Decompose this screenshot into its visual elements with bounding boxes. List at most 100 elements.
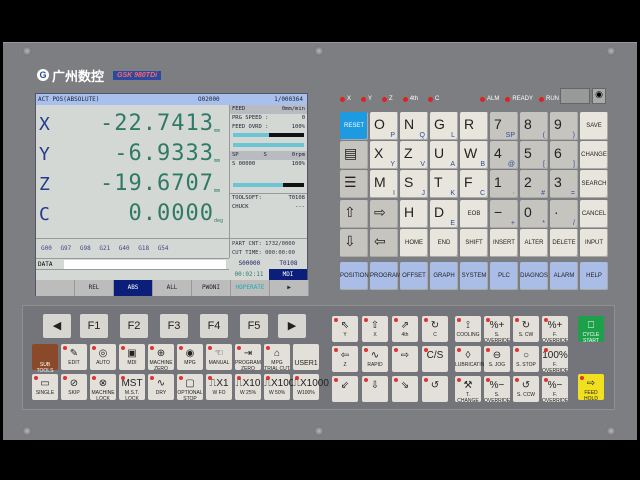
key-u[interactable]: UA — [430, 141, 458, 169]
key-o[interactable]: OP — [370, 112, 398, 140]
mode-key-w100-[interactable]: ⎍X1000 W100% — [293, 374, 329, 400]
key-search[interactable]: SEARCH — [580, 170, 608, 198]
jog-key-cooling[interactable]: ⟟ COOLING — [455, 316, 481, 342]
softkey-▶[interactable]: ▶ — [270, 280, 309, 296]
key-g[interactable]: GL — [430, 112, 458, 140]
key-f[interactable]: FC — [460, 170, 488, 198]
feed-hold-button[interactable]: ⇨ FEED HOLD — [578, 374, 604, 402]
key-s[interactable]: SJ — [400, 170, 428, 198]
jog-key--[interactable]: ⇩ — [362, 376, 388, 402]
softkey-blank[interactable] — [36, 280, 75, 296]
mode-key-manual[interactable]: ☜ MANUAL — [206, 344, 232, 370]
mode-key-dry[interactable]: ∿ DRY — [148, 374, 174, 400]
jog-key-f-override[interactable]: %+ F. OVERRIDE — [542, 316, 568, 344]
key-h[interactable]: H — [400, 200, 428, 228]
mode-key-single[interactable]: ▭ SINGLE — [32, 374, 58, 400]
jog-key-c-s[interactable]: C/S — [422, 346, 448, 372]
mode-key-w-50-[interactable]: ⎍X100 W 50% — [264, 374, 294, 400]
key-9[interactable]: 9) — [550, 112, 578, 140]
mode-key-machine-zero[interactable]: ⊕ MACHINE ZERO — [148, 344, 174, 372]
key-reset[interactable]: RESET — [340, 112, 368, 140]
key-▤[interactable]: ▤ — [340, 141, 368, 169]
softkey-all[interactable]: ALL — [153, 280, 192, 296]
jog-key--[interactable]: ⇘ — [392, 376, 418, 402]
fkey-F3[interactable]: F3 — [160, 314, 188, 338]
key-0[interactable]: 0 * — [520, 200, 548, 228]
key-m[interactable]: MI — [370, 170, 398, 198]
jog-key-rapid[interactable]: ∿ RAPID — [362, 346, 388, 372]
jog-key-s-stop[interactable]: ○ S. STOP — [513, 346, 539, 372]
key-6[interactable]: 6] — [550, 141, 578, 169]
key-eob[interactable]: EOB — [460, 200, 488, 228]
key-alarm[interactable]: ALARM — [550, 262, 578, 290]
mode-key-mdi[interactable]: ▣ MDI — [119, 344, 145, 370]
mode-key-mpg[interactable]: ◉ MPG — [177, 344, 203, 370]
key-·[interactable]: · / — [550, 200, 578, 228]
key-7[interactable]: 7 SP — [490, 112, 518, 140]
key-end[interactable]: END — [430, 229, 458, 257]
jog-key-t-change[interactable]: ⚒ T. CHANGE — [455, 376, 481, 404]
jog-key--[interactable]: ⇨ — [392, 346, 418, 372]
key-w[interactable]: WB — [460, 141, 488, 169]
softkey-hoperate[interactable]: HOPERATE — [231, 280, 270, 296]
jog-key-4th[interactable]: ⇗ 4th — [392, 316, 418, 342]
fkey-F1[interactable]: F1 — [80, 314, 108, 338]
key-program[interactable]: PROGRAM — [370, 262, 401, 290]
jog-key-s-jog[interactable]: ⊖ S. JOG — [484, 346, 510, 372]
key-help[interactable]: HELP — [580, 262, 608, 290]
key-home[interactable]: HOME — [400, 229, 428, 257]
jog-key-f-override[interactable]: %− F. OVERRIDE — [542, 376, 568, 404]
jog-key-y[interactable]: ⇖ Y — [332, 316, 358, 342]
key-graph[interactable]: GRAPH — [430, 262, 458, 290]
jog-key-c[interactable]: ↻ C — [422, 316, 448, 342]
mode-key-skip[interactable]: ⊘ SKIP — [61, 374, 87, 400]
key-x[interactable]: XY — [370, 141, 398, 169]
key-offset[interactable]: OFFSET — [400, 262, 428, 290]
key-4[interactable]: 4 @ — [490, 141, 518, 169]
fkey-F4[interactable]: F4 — [200, 314, 228, 338]
key-2[interactable]: 2 # — [520, 170, 548, 198]
key-⇧[interactable]: ⇧ — [340, 200, 368, 228]
key-cancel[interactable]: CANCEL — [580, 200, 608, 228]
mode-key-optional-stop[interactable]: ▢ OPTIONAL STOP — [177, 374, 203, 402]
usb-port[interactable] — [560, 88, 590, 104]
cycle-start-button[interactable]: ⎕ CYCLE START — [578, 316, 604, 344]
key-⇩[interactable]: ⇩ — [340, 229, 368, 257]
key-save[interactable]: SAVE — [580, 112, 608, 140]
key-1[interactable]: 1 · — [490, 170, 518, 198]
jog-key--[interactable]: ⇙ — [332, 376, 358, 402]
key-r[interactable]: R — [460, 112, 488, 140]
key-8[interactable]: 8( — [520, 112, 548, 140]
jog-key-z[interactable]: ⇦ Z — [332, 346, 358, 372]
key-n[interactable]: NQ — [400, 112, 428, 140]
key-position[interactable]: POSITION — [340, 262, 369, 290]
key-shift[interactable]: SHIFT — [460, 229, 488, 257]
key-alter[interactable]: ALTER — [520, 229, 548, 257]
key-3[interactable]: 3 = — [550, 170, 578, 198]
mode-key-auto[interactable]: ◎ AUTO — [90, 344, 116, 370]
jog-key-lubricating[interactable]: ◊ LUBRICATING — [455, 346, 488, 372]
mode-key-user1[interactable]: USER1 — [293, 344, 319, 370]
jog-key-s-cw[interactable]: ↻ S. CW — [513, 316, 539, 342]
key-t[interactable]: TK — [430, 170, 458, 198]
key-⇨[interactable]: ⇨ — [370, 200, 398, 228]
jog-key-s-ccw[interactable]: ↺ S. CCW — [513, 376, 539, 402]
jog-key-f-override[interactable]: 100% F. OVERRIDE — [542, 346, 568, 374]
softkey-abs[interactable]: ABS — [114, 280, 153, 296]
mode-key-edit[interactable]: ✎ EDIT — [61, 344, 87, 370]
key-z[interactable]: ZV — [400, 141, 428, 169]
fkey-F5[interactable]: F5 — [240, 314, 268, 338]
key-⇦[interactable]: ⇦ — [370, 229, 398, 257]
key-delete[interactable]: DELETE — [550, 229, 578, 257]
key-5[interactable]: 5[ — [520, 141, 548, 169]
key-change[interactable]: CHANGE — [580, 141, 608, 169]
key-diagnos[interactable]: DIAGNOS — [520, 262, 548, 290]
key-−[interactable]: − + — [490, 200, 518, 228]
fkey-▶[interactable]: ▶ — [278, 314, 306, 338]
key-input[interactable]: INPUT — [580, 229, 608, 257]
mode-key-program-zero[interactable]: ⇥ PROGRAM ZERO — [235, 344, 261, 372]
key-☰[interactable]: ☰ — [340, 170, 368, 198]
fkey-◀[interactable]: ◀ — [43, 314, 71, 338]
jog-key-s-override[interactable]: %+ S. OVERRIDE — [484, 316, 510, 344]
jog-key-x[interactable]: ⇧ X — [362, 316, 388, 342]
